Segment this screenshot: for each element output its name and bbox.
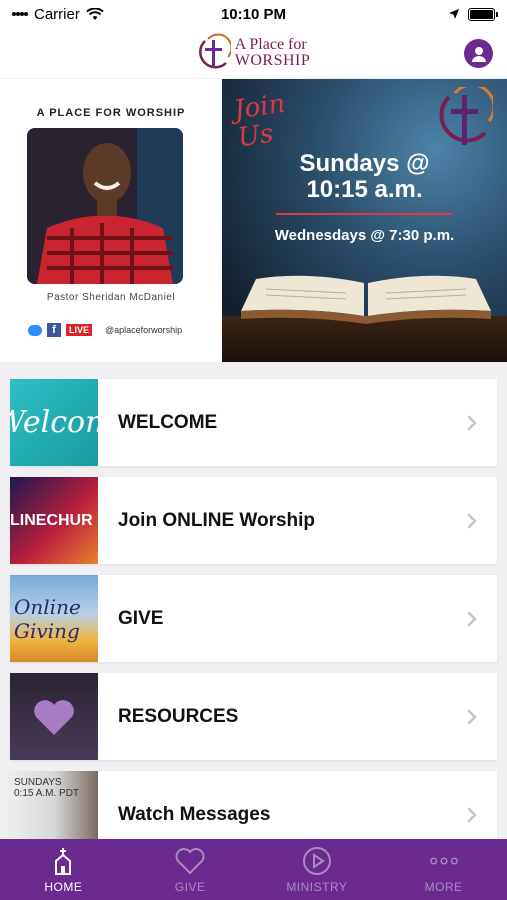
tab-ministry[interactable]: MINISTRY [254, 839, 381, 900]
cross-logo-icon [198, 33, 231, 69]
hero-left-panel: A PLACE FOR WORSHIP Pastor Sheridan McDa… [0, 79, 222, 362]
join-us-text: Join Us [232, 89, 290, 154]
welcome-thumbnail: Welcom [10, 379, 98, 466]
tab-give[interactable]: GIVE [127, 839, 254, 900]
welcome-thumbnail-text: Welcom [10, 405, 98, 440]
give-thumbnail-text-2: Giving [14, 618, 80, 643]
chevron-right-icon [457, 702, 487, 732]
open-bible-icon [241, 275, 491, 324]
more-icon [429, 846, 459, 876]
chevron-right-icon [457, 408, 487, 438]
app-logo: A Place for WORSHIP [197, 33, 311, 73]
zoom-icon [28, 324, 42, 336]
give-thumbnail: Online Giving [10, 575, 98, 662]
tab-bar: HOME GIVE MINISTRY MORE [0, 839, 507, 900]
tab-more-label: MORE [424, 879, 463, 894]
church-icon [48, 846, 78, 876]
play-icon [302, 846, 332, 876]
sunday-line2: 10:15 a.m. [306, 176, 423, 203]
join-line2: Us [236, 118, 276, 154]
social-handle: @aplaceforworship [105, 325, 183, 335]
hero-left-title: A PLACE FOR WORSHIP [36, 107, 186, 119]
divider [276, 213, 452, 215]
signal-dots-icon [12, 12, 28, 16]
menu-list: Welcom WELCOME LINECHUR Join ONLINE Wors… [10, 379, 497, 869]
menu-item-give[interactable]: Online Giving GIVE [10, 575, 497, 662]
app-header: A Place for WORSHIP [0, 28, 507, 78]
sunday-service-text: Sundays @ 10:15 a.m. [222, 151, 507, 203]
messages-thumbnail-text-1: SUNDAYS [14, 777, 62, 788]
sunday-line1: Sundays @ [299, 150, 430, 177]
menu-item-label: Watch Messages [118, 803, 271, 825]
online-worship-thumbnail-text: LINECHUR [10, 511, 93, 529]
live-badge: LIVE [66, 324, 93, 336]
user-icon [471, 46, 486, 62]
status-bar: Carrier 10:10 PM [0, 0, 507, 28]
hero-service-times-panel: Join Us Sundays @ 10:15 a.m. Wednesdays … [222, 79, 507, 362]
menu-item-online-worship[interactable]: LINECHUR Join ONLINE Worship [10, 477, 497, 564]
resources-thumbnail [10, 673, 98, 760]
chevron-right-icon [457, 506, 487, 536]
chevron-right-icon [457, 604, 487, 634]
cross-emblem-icon [439, 87, 493, 145]
wednesday-service-text: Wednesdays @ 7:30 p.m. [274, 227, 455, 244]
give-thumbnail-text-1: Online [14, 594, 81, 619]
heart-icon [175, 846, 205, 876]
battery-icon [468, 7, 498, 21]
location-arrow-icon [449, 9, 459, 19]
status-left: Carrier [12, 6, 104, 23]
wifi-icon [86, 7, 104, 20]
hero-banner[interactable]: A PLACE FOR WORSHIP Pastor Sheridan McDa… [0, 79, 507, 362]
messages-thumbnail-text-2: 0:15 A.M. PDT [14, 788, 80, 799]
tab-ministry-label: MINISTRY [286, 879, 348, 894]
pastor-caption: Pastor Sheridan McDaniel [46, 292, 176, 303]
menu-item-label: Join ONLINE Worship [118, 509, 316, 531]
menu-item-welcome[interactable]: Welcom WELCOME [10, 379, 497, 466]
tab-home[interactable]: HOME [0, 839, 127, 900]
tab-more[interactable]: MORE [380, 839, 507, 900]
facebook-icon: f [47, 323, 61, 337]
menu-item-label: RESOURCES [118, 705, 239, 727]
tab-home-label: HOME [44, 879, 83, 894]
logo-line2: WORSHIP [234, 52, 311, 69]
profile-button[interactable] [464, 39, 493, 68]
tab-give-label: GIVE [174, 879, 206, 894]
menu-item-resources[interactable]: RESOURCES [10, 673, 497, 760]
chevron-right-icon [457, 800, 487, 830]
heart-icon [34, 699, 74, 735]
menu-item-label: GIVE [118, 607, 164, 629]
status-right [448, 7, 498, 21]
social-row: f LIVE @aplaceforworship [28, 323, 182, 337]
carrier-label: Carrier [34, 5, 80, 23]
logo-line1: A Place for [234, 36, 307, 53]
online-worship-thumbnail: LINECHUR [10, 477, 98, 564]
pastor-photo [27, 128, 183, 284]
menu-item-label: WELCOME [118, 411, 218, 433]
